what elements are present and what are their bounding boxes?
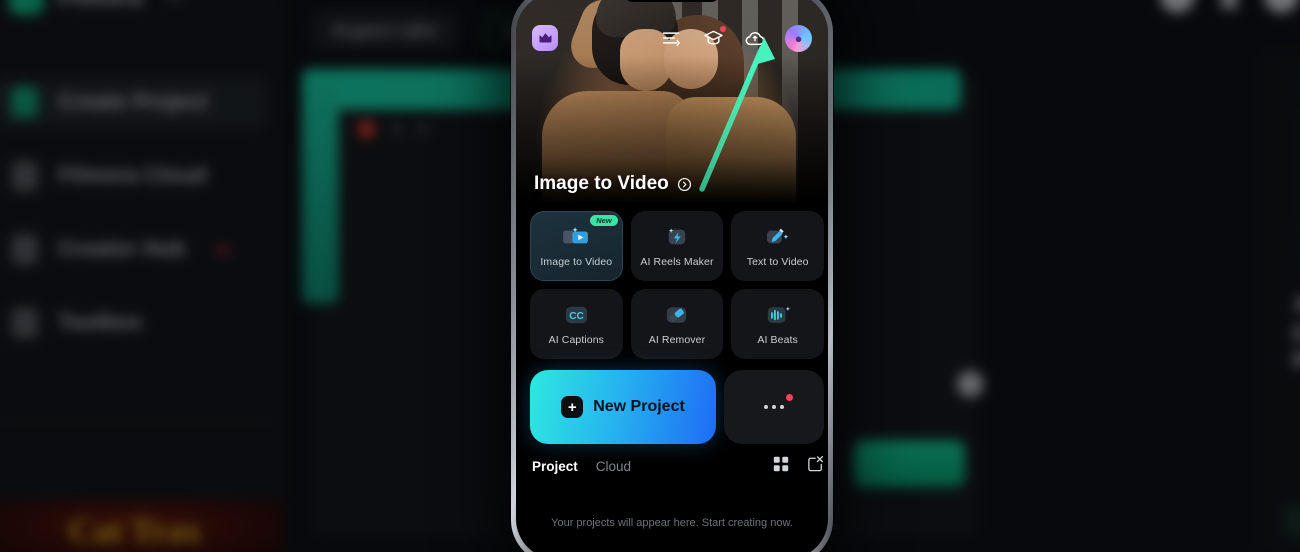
phone-mockup: ● Image to Video New Image to Video AI R…	[511, 0, 833, 552]
svg-text:CC: CC	[569, 311, 584, 322]
avatar-glyph: ●	[794, 30, 803, 46]
more-horizontal-icon	[772, 405, 776, 409]
tool-label: AI Reels Maker	[640, 256, 714, 268]
new-project-row: + New Project	[530, 370, 824, 444]
phone-screen: ● Image to Video New Image to Video AI R…	[516, 0, 828, 552]
cloud-icon[interactable]	[743, 26, 767, 50]
graduation-cap-icon[interactable]	[701, 26, 726, 50]
tool-card-ai-beats[interactable]: AI Beats	[731, 289, 824, 359]
tool-card-ai-remover[interactable]: AI Remover	[630, 289, 724, 359]
empty-state-text: Your projects will appear here. Start cr…	[551, 517, 793, 529]
plus-icon: +	[561, 396, 584, 418]
tab-project[interactable]: Project	[532, 459, 578, 474]
more-horizontal-icon	[780, 405, 784, 409]
app-topbar: ●	[516, 21, 828, 55]
notification-badge	[786, 394, 793, 401]
new-project-button[interactable]: + New Project	[530, 370, 716, 444]
tool-label: Image to Video	[540, 256, 613, 268]
compose-icon[interactable]	[807, 455, 824, 477]
screenshot-root: Filmora Create Project Filmora Cloud Cre…	[0, 0, 1300, 552]
more-options-button[interactable]	[724, 370, 824, 444]
tool-label: AI Beats	[757, 334, 798, 346]
audio-waveform-icon	[763, 302, 793, 328]
tool-card-ai-captions[interactable]: CC AI Captions	[530, 289, 623, 359]
closed-captions-icon: CC	[561, 302, 591, 328]
phone-notch	[624, 0, 720, 2]
project-tab-actions	[773, 455, 824, 477]
new-project-label: New Project	[593, 398, 685, 415]
app-topbar-actions: ●	[659, 24, 812, 52]
new-badge: New	[590, 215, 618, 226]
lightning-bolt-icon	[662, 224, 692, 250]
chevron-right-circle-icon[interactable]	[677, 177, 692, 192]
image-to-video-icon	[561, 224, 591, 250]
tool-label: AI Remover	[648, 334, 706, 346]
more-horizontal-icon	[764, 405, 768, 409]
notification-badge	[720, 26, 726, 32]
tool-label: Text to Video	[746, 256, 809, 268]
tool-card-text-to-video[interactable]: Text to Video	[731, 211, 824, 281]
crown-icon[interactable]	[532, 25, 558, 51]
tool-label: AI Captions	[548, 334, 605, 346]
tools-grid: New Image to Video AI Reels Maker Text t…	[530, 211, 824, 359]
tab-cloud[interactable]: Cloud	[596, 459, 631, 474]
avatar-icon[interactable]: ●	[785, 24, 812, 52]
hero-title-text: Image to Video	[534, 173, 669, 194]
sliders-icon[interactable]	[659, 26, 683, 50]
hero-title[interactable]: Image to Video	[534, 173, 692, 195]
tool-card-ai-reels-maker[interactable]: AI Reels Maker	[630, 211, 724, 281]
tool-card-image-to-video[interactable]: New Image to Video	[530, 211, 623, 281]
project-tabs: Project Cloud	[532, 455, 824, 477]
eraser-icon	[662, 302, 692, 328]
pen-sparkle-icon	[763, 224, 793, 250]
grid-view-icon[interactable]	[773, 456, 789, 477]
